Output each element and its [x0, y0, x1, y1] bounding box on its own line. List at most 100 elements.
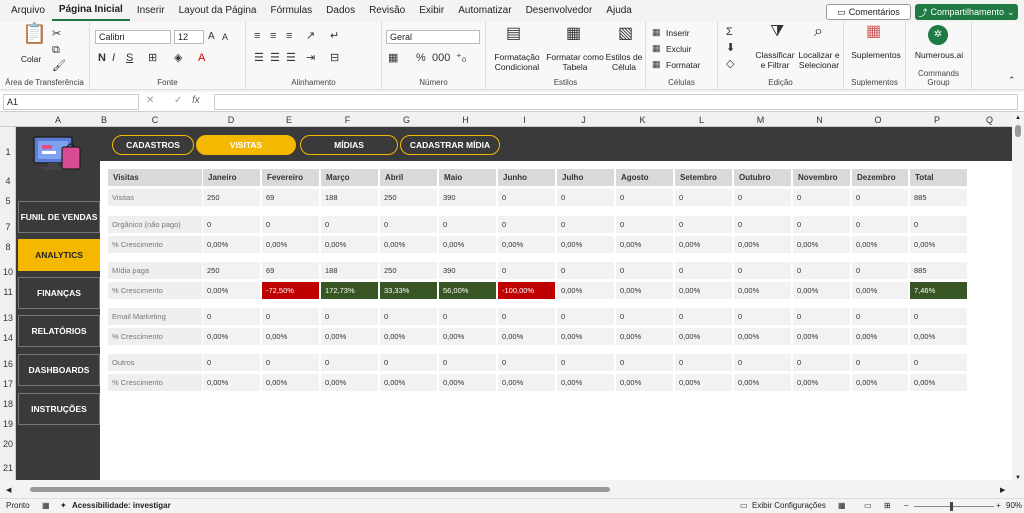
table-cell[interactable]: 0 [675, 308, 732, 325]
addins-button[interactable]: Suplementos [846, 50, 906, 60]
formula-cancel-icon[interactable]: ✕ [146, 95, 154, 106]
table-cell[interactable]: 0,00% [439, 328, 496, 345]
table-cell[interactable]: 69 [262, 189, 319, 206]
table-cell[interactable]: 0 [439, 308, 496, 325]
table-cell[interactable]: 0 [675, 354, 732, 371]
row-header-19[interactable]: 19 [0, 419, 16, 429]
table-cell[interactable]: 0,00% [734, 328, 791, 345]
column-header-Q[interactable]: Q [967, 113, 1012, 127]
table-cell[interactable]: 0,00% [557, 282, 614, 299]
column-header-B[interactable]: B [100, 113, 108, 127]
share-button[interactable]: ⤴ Compartilhamento ⌄ [915, 4, 1018, 20]
underline-icon[interactable]: S [126, 52, 133, 64]
addins-icon[interactable]: ▦ [866, 24, 881, 40]
font-name-select[interactable]: Calibri [95, 30, 171, 44]
table-cell[interactable]: 0,00% [498, 328, 555, 345]
table-cell[interactable]: 0,00% [557, 236, 614, 253]
table-cell[interactable]: 0 [203, 216, 260, 233]
vertical-scroll-thumb[interactable] [1015, 125, 1021, 137]
table-cell[interactable]: 0 [616, 354, 673, 371]
table-cell[interactable]: 0 [793, 308, 850, 325]
name-box[interactable]: A1 [3, 94, 139, 110]
row-header-4[interactable]: 4 [0, 176, 16, 186]
table-cell[interactable]: 0,00% [734, 282, 791, 299]
insert-cells-icon[interactable]: ▦ [652, 26, 661, 38]
table-cell[interactable]: 0,00% [675, 328, 732, 345]
row-header-8[interactable]: 8 [0, 242, 16, 252]
table-cell[interactable]: 33,33% [380, 282, 437, 299]
format-table-icon[interactable]: ▦ [566, 26, 581, 42]
table-cell[interactable]: 0 [675, 189, 732, 206]
side-nav-finanças[interactable]: FINANÇAS [18, 277, 100, 309]
accessibility-status[interactable]: Acessibilidade: investigar [72, 499, 171, 513]
table-cell[interactable]: -72,50% [262, 282, 319, 299]
column-header-O[interactable]: O [849, 113, 907, 127]
column-header-H[interactable]: H [436, 113, 495, 127]
table-cell[interactable]: 0,00% [557, 374, 614, 391]
side-nav-instruções[interactable]: INSTRUÇÕES [18, 393, 100, 425]
table-cell[interactable]: 0 [380, 308, 437, 325]
column-header-L[interactable]: L [672, 113, 731, 127]
table-cell[interactable]: 0 [793, 189, 850, 206]
table-cell[interactable]: 0 [852, 262, 908, 279]
font-size-select[interactable]: 12 [174, 30, 204, 44]
table-cell[interactable]: 0,00% [380, 374, 437, 391]
menu-tab-3[interactable]: Layout da Página [172, 0, 264, 22]
table-cell[interactable]: 0,00% [675, 236, 732, 253]
table-cell[interactable]: 0 [262, 216, 319, 233]
borders-icon[interactable]: ⊞ [148, 52, 157, 64]
table-cell[interactable]: 0 [498, 216, 555, 233]
column-header-N[interactable]: N [790, 113, 849, 127]
table-cell[interactable]: 0 [557, 216, 614, 233]
table-cell[interactable]: 0,00% [321, 328, 378, 345]
paste-icon[interactable]: 📋 [22, 24, 47, 44]
table-cell[interactable]: 885 [910, 189, 967, 206]
font-grow-icon[interactable]: A [208, 31, 215, 43]
table-cell[interactable]: 0 [321, 216, 378, 233]
menu-tab-10[interactable]: Ajuda [599, 0, 639, 22]
zoom-level[interactable]: 90% [1006, 499, 1022, 513]
table-cell[interactable]: 0 [439, 216, 496, 233]
menu-tab-5[interactable]: Dados [319, 0, 362, 22]
table-cell[interactable]: 0,00% [852, 374, 908, 391]
menu-tab-9[interactable]: Desenvolvedor [519, 0, 600, 22]
italic-icon[interactable]: I [112, 52, 115, 64]
row-header-16[interactable]: 16 [0, 359, 16, 369]
side-nav-funil-de-vendas[interactable]: FUNIL DE VENDAS [18, 201, 100, 233]
table-cell[interactable]: 0,00% [852, 328, 908, 345]
table-cell[interactable]: 0,00% [203, 374, 260, 391]
column-header-K[interactable]: K [613, 113, 672, 127]
table-cell[interactable]: 250 [380, 262, 437, 279]
menu-tab-4[interactable]: Fórmulas [263, 0, 319, 22]
orientation-icon[interactable]: ↗ [306, 30, 315, 42]
numerous-ai-icon[interactable]: ✲ [928, 25, 948, 45]
fill-icon[interactable]: ⬇ [726, 42, 735, 54]
table-cell[interactable]: 0 [675, 216, 732, 233]
table-cell[interactable]: 250 [203, 189, 260, 206]
table-cell[interactable]: 0,00% [616, 236, 673, 253]
side-nav-dashboards[interactable]: DASHBOARDS [18, 354, 100, 386]
table-cell[interactable]: 0,00% [852, 236, 908, 253]
scroll-up-icon[interactable]: ▲ [1015, 115, 1021, 121]
comma-style-icon[interactable]: 000 [432, 52, 450, 64]
table-cell[interactable]: 0 [793, 354, 850, 371]
table-cell[interactable]: 0,00% [439, 236, 496, 253]
indent-icon[interactable]: ⇥ [306, 52, 315, 64]
table-cell[interactable]: 0 [557, 308, 614, 325]
table-cell[interactable]: -100,00% [498, 282, 555, 299]
delete-cells-icon[interactable]: ▦ [652, 42, 661, 54]
table-cell[interactable]: 0,00% [734, 374, 791, 391]
table-cell[interactable]: 0,00% [203, 328, 260, 345]
table-cell[interactable]: 0 [734, 354, 791, 371]
format-cells-icon[interactable]: ▦ [652, 58, 661, 70]
table-cell[interactable]: 0,00% [793, 236, 850, 253]
table-cell[interactable]: 0 [793, 216, 850, 233]
table-cell[interactable]: 0,00% [557, 328, 614, 345]
delete-cells-button[interactable]: Excluir [666, 44, 692, 54]
top-nav-cadastrar-mídia[interactable]: CADASTRAR MÍDIA [400, 135, 500, 155]
align-right-icon[interactable]: ☰ [286, 52, 296, 64]
top-nav-mídias[interactable]: MÍDIAS [300, 135, 398, 155]
row-header-1[interactable]: 1 [0, 147, 16, 157]
table-cell[interactable]: 390 [439, 189, 496, 206]
table-cell[interactable]: 0 [498, 354, 555, 371]
